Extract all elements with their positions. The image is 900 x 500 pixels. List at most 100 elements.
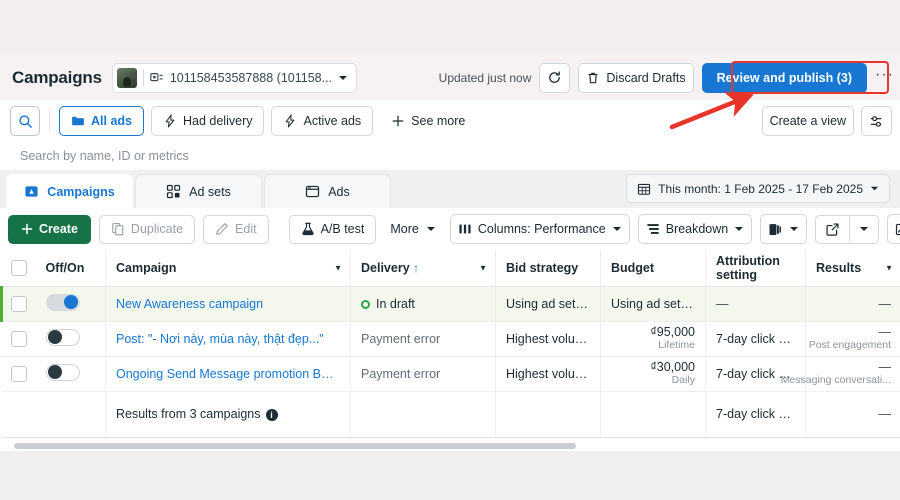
- tab-ads[interactable]: Ads: [264, 174, 391, 208]
- bid-strategy-cell: Highest volume: [495, 356, 601, 392]
- chevron-down-icon: [612, 224, 622, 234]
- charts-button[interactable]: [887, 214, 900, 244]
- attribution-label: —: [716, 296, 729, 311]
- review-and-publish-button[interactable]: Review and publish (3): [701, 62, 868, 93]
- bid-strategy-label: Highest volume: [506, 366, 590, 381]
- page-header: Campaigns 101158453587888 (101158... Upd…: [0, 55, 900, 100]
- create-a-view-button[interactable]: Create a view: [761, 106, 854, 136]
- campaign-on-off-toggle[interactable]: [45, 363, 80, 381]
- create-button-label: Create: [39, 222, 78, 236]
- results-cell: —: [805, 286, 900, 322]
- draft-status-icon: [361, 299, 370, 309]
- table-header: Off/On Campaign ▼ Delivery ↑ ▼ Bid strat…: [1, 250, 900, 287]
- top-background-strip: [0, 0, 900, 55]
- campaign-name-cell: New Awareness campaign: [105, 286, 351, 322]
- ads-icon: [305, 184, 320, 199]
- columns-button-label: Columns: Performance: [477, 222, 606, 236]
- view-settings-button[interactable]: [861, 106, 892, 136]
- search-toggle-button[interactable]: [10, 106, 40, 136]
- create-button[interactable]: Create: [8, 214, 91, 244]
- chevron-down-icon[interactable]: ▼: [885, 263, 893, 272]
- export-button[interactable]: [816, 216, 849, 243]
- tab-label: Ad sets: [189, 184, 231, 199]
- summary-attribution-cell: 7-day click or ...: [705, 391, 806, 438]
- attribution-cell: 7-day click or ...: [705, 321, 806, 357]
- column-header-results[interactable]: Results ▼: [805, 250, 900, 287]
- export-split-button[interactable]: [815, 214, 880, 244]
- refresh-button[interactable]: [539, 62, 571, 93]
- attribution-cell: —: [705, 286, 806, 322]
- duplicate-button[interactable]: Duplicate: [98, 214, 196, 244]
- table-row[interactable]: New Awareness campaign In draft Using ad…: [0, 286, 900, 322]
- column-header-budget[interactable]: Budget: [600, 250, 706, 287]
- campaign-on-off-toggle[interactable]: [45, 293, 80, 311]
- summary-budget-cell: [600, 391, 706, 438]
- column-header-bid-strategy[interactable]: Bid strategy: [495, 250, 601, 287]
- column-header-off-on[interactable]: Off/On: [35, 250, 106, 287]
- more-actions-button[interactable]: More: [384, 215, 441, 244]
- export-icon: [825, 222, 840, 237]
- reports-button[interactable]: [760, 214, 808, 244]
- budget-cell: ₫30,000 Daily: [600, 356, 706, 392]
- row-checkbox[interactable]: [10, 365, 27, 382]
- results-value: —: [878, 325, 892, 340]
- info-icon[interactable]: i: [265, 408, 278, 421]
- trash-icon: [586, 71, 600, 85]
- columns-button[interactable]: Columns: Performance: [449, 214, 630, 244]
- row-select-cell: [1, 321, 36, 357]
- horizontal-scrollbar[interactable]: [0, 441, 900, 451]
- breakdown-button[interactable]: Breakdown: [637, 214, 753, 244]
- bid-strategy-cell: Highest volume: [495, 321, 601, 357]
- account-id-label: 101158453587888 (101158...: [169, 70, 333, 85]
- budget-cell: ₫95,000 Lifetime: [600, 321, 706, 357]
- account-selector[interactable]: 101158453587888 (101158...: [111, 62, 358, 93]
- select-all-header: [1, 250, 36, 287]
- select-all-checkbox[interactable]: [10, 259, 27, 276]
- sort-ascending-icon[interactable]: ↑: [413, 261, 419, 275]
- column-header-campaign[interactable]: Campaign ▼: [105, 250, 351, 287]
- summary-select-cell: [1, 391, 36, 438]
- table-header-row: Off/On Campaign ▼ Delivery ↑ ▼ Bid strat…: [1, 250, 900, 287]
- column-header-attribution-setting[interactable]: Attribution setting: [705, 250, 806, 287]
- delivery-status-label: In draft: [376, 296, 415, 311]
- row-checkbox[interactable]: [10, 330, 27, 347]
- tab-campaigns[interactable]: Campaigns: [6, 174, 133, 208]
- campaign-name-link[interactable]: Ongoing Send Message promotion Bad boi c…: [116, 367, 340, 381]
- scrollbar-thumb[interactable]: [14, 443, 576, 449]
- toggle-knob: [48, 330, 62, 344]
- campaign-name-link[interactable]: New Awareness campaign: [116, 297, 340, 311]
- chevron-down-icon: [734, 224, 744, 234]
- search-input[interactable]: [20, 142, 660, 170]
- filter-chip-all-ads[interactable]: All ads: [59, 106, 144, 136]
- results-value: —: [878, 296, 892, 311]
- column-header-delivery[interactable]: Delivery ↑ ▼: [350, 250, 496, 287]
- edit-button-label: Edit: [235, 222, 257, 236]
- discard-drafts-button[interactable]: Discard Drafts: [578, 62, 694, 93]
- filter-chip-label: Had delivery: [183, 114, 253, 128]
- filter-chip-active-ads[interactable]: Active ads: [271, 106, 374, 136]
- edit-button[interactable]: Edit: [203, 214, 269, 244]
- filter-chip-had-delivery[interactable]: Had delivery: [151, 106, 265, 136]
- table-row[interactable]: Ongoing Send Message promotion Bad boi c…: [1, 356, 900, 392]
- duplicate-button-label: Duplicate: [130, 222, 184, 236]
- table-row[interactable]: Post: "- Nơi này, mùa này, thật đẹp..." …: [1, 321, 900, 357]
- header-more-menu-button[interactable]: ···: [875, 66, 894, 89]
- bolt-icon: [163, 114, 177, 128]
- filter-chip-label: Active ads: [303, 114, 362, 128]
- campaigns-manager-page: Campaigns 101158453587888 (101158... Upd…: [0, 0, 900, 500]
- row-checkbox[interactable]: [11, 295, 28, 312]
- tab-ad-sets[interactable]: Ad sets: [135, 174, 262, 208]
- row-toggle-cell: [35, 321, 106, 357]
- date-range-picker[interactable]: This month: 1 Feb 2025 - 17 Feb 2025: [626, 174, 890, 203]
- export-menu-button[interactable]: [850, 216, 878, 243]
- campaign-on-off-toggle[interactable]: [45, 328, 80, 346]
- results-cell: — Messaging conversati...: [781, 356, 900, 392]
- chevron-down-icon: [870, 184, 879, 193]
- campaign-name-cell: Ongoing Send Message promotion Bad boi c…: [105, 356, 351, 392]
- summary-results-value: —: [878, 407, 892, 421]
- chevron-down-icon[interactable]: ▼: [334, 263, 342, 272]
- campaign-name-link[interactable]: Post: "- Nơi này, mùa này, thật đẹp...": [116, 332, 340, 346]
- filter-chip-see-more[interactable]: See more: [380, 106, 476, 136]
- ab-test-button[interactable]: A/B test: [288, 214, 377, 244]
- chevron-down-icon[interactable]: ▼: [479, 263, 487, 272]
